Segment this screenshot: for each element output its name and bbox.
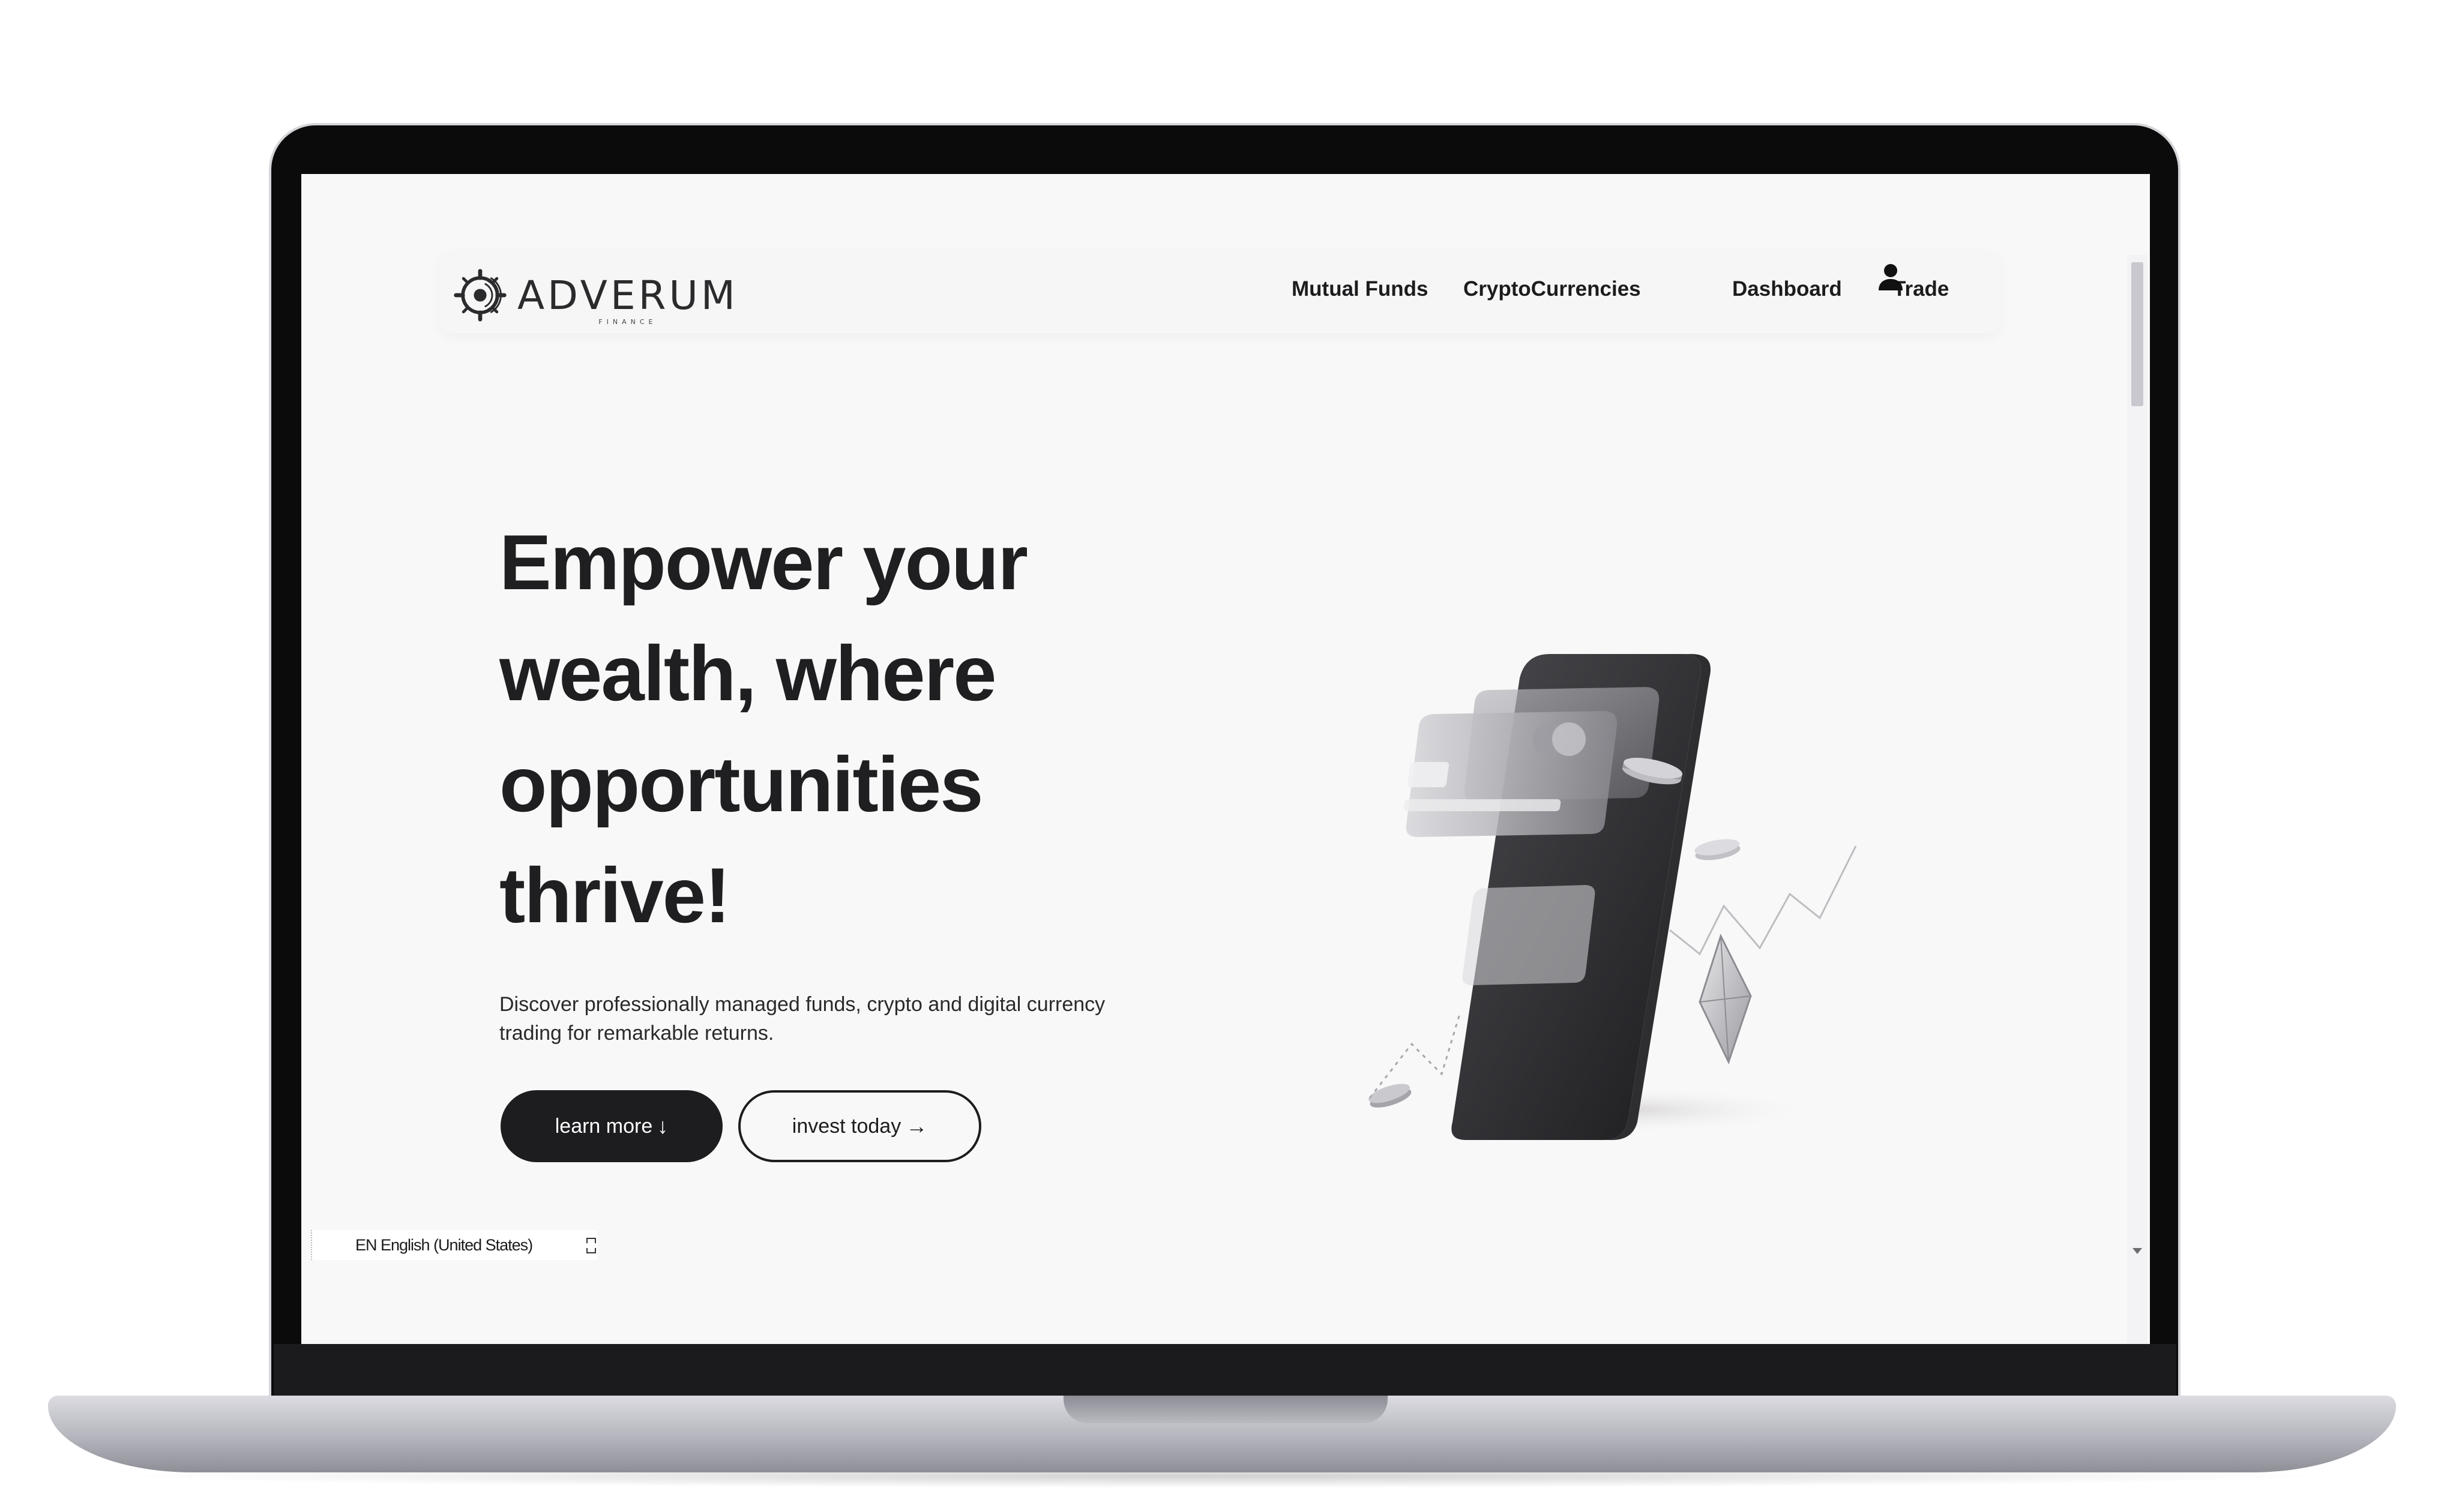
nav-link-cryptocurrencies[interactable]: CryptoCurrencies [1463,277,1641,301]
hero-subtitle: Discover professionally managed funds, c… [499,990,1190,1048]
hero-title-line: wealth, where [499,629,997,717]
hero-title-line: Empower your [499,518,1028,606]
language-label: EN English (United States) [355,1235,533,1254]
invest-today-button[interactable]: invest today → [738,1090,981,1162]
laptop-notch [1064,1396,1388,1423]
user-icon[interactable] [1877,263,1904,292]
top-navigation: ADVERUM FINANCE Mutual Funds CryptoCurre… [439,252,2000,333]
compass-logo-icon [454,269,507,322]
arrow-down-icon: ↓ [657,1114,669,1138]
nav-link-mutual-funds[interactable]: Mutual Funds [1292,277,1428,301]
hero-subtitle-line: trading for remarkable returns. [499,1022,774,1045]
learn-more-button[interactable]: learn more ↓ [501,1090,723,1162]
hero-subtitle-line: Discover professionally managed funds, c… [499,993,1106,1016]
nav-link-dashboard[interactable]: Dashboard [1732,277,1842,301]
laptop-bezel [274,1344,2176,1402]
hero-title-line: thrive! [499,851,730,939]
brand-logo[interactable]: ADVERUM FINANCE [451,265,738,326]
brand-tagline: FINANCE [598,317,657,326]
invest-today-label: invest today [792,1114,901,1138]
expand-icon[interactable] [585,1236,597,1255]
language-selector[interactable]: EN English (United States) [311,1230,597,1260]
brand-name: ADVERUM [517,272,738,319]
brand-wordmark: ADVERUM FINANCE [517,272,738,326]
hero-title-line: opportunities [499,740,983,828]
hero-title: Empower your wealth, where opportunities… [499,507,1160,951]
vertical-scrollbar[interactable] [2127,255,2148,1344]
phone-card-illustration [1368,654,1857,1140]
learn-more-label: learn more [555,1114,653,1138]
arrow-right-icon: → [906,1114,928,1138]
browser-viewport: ADVERUM FINANCE Mutual Funds CryptoCurre… [301,174,2150,1344]
scrollbar-thumb[interactable] [2131,262,2143,406]
scroll-down-arrow-icon[interactable] [2132,1248,2142,1254]
